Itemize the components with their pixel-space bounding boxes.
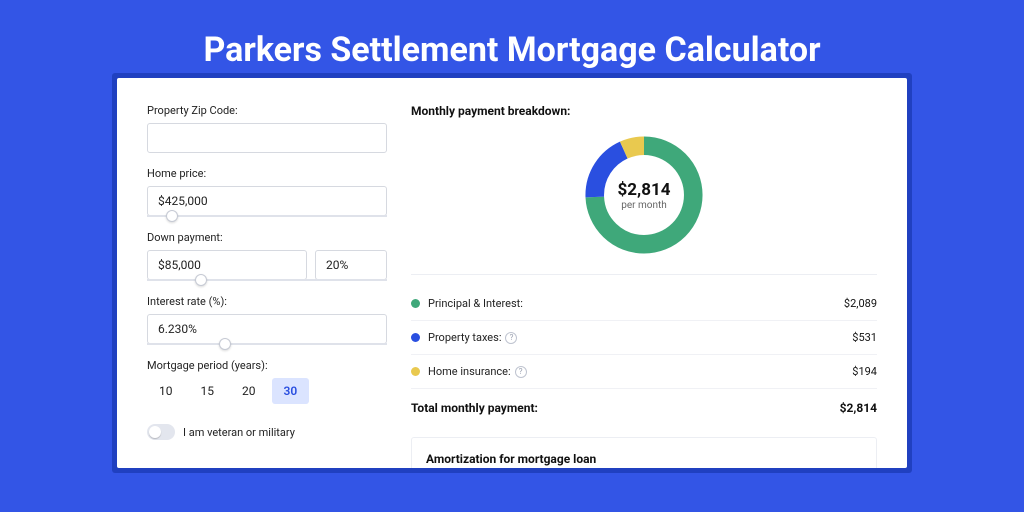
swatch-green-icon (411, 299, 420, 308)
donut-amount: $2,814 (618, 180, 671, 200)
period-option-30[interactable]: 30 (272, 378, 310, 404)
swatch-yellow-icon (411, 367, 420, 376)
page-title: Parkers Settlement Mortgage Calculator (0, 0, 1024, 78)
breakdown-donut-chart: $2,814 per month (579, 130, 709, 260)
period-option-20[interactable]: 20 (230, 378, 268, 404)
down-payment-slider-thumb[interactable] (195, 274, 207, 286)
info-icon[interactable]: ? (505, 332, 517, 344)
period-option-15[interactable]: 15 (189, 378, 227, 404)
home-price-label: Home price: (147, 167, 387, 180)
breakdown-value-insurance: $194 (852, 365, 877, 378)
veteran-toggle[interactable] (147, 424, 175, 440)
breakdown-column: Monthly payment breakdown: $2,814 per mo… (411, 104, 877, 468)
interest-rate-slider[interactable] (147, 343, 387, 345)
swatch-blue-icon (411, 333, 420, 342)
zip-label: Property Zip Code: (147, 104, 387, 117)
veteran-label: I am veteran or military (183, 426, 295, 439)
down-payment-pct-input[interactable] (315, 250, 387, 280)
info-icon[interactable]: ? (515, 366, 527, 378)
home-price-input[interactable] (147, 186, 387, 216)
breakdown-total-label: Total monthly payment: (411, 401, 538, 415)
down-payment-slider[interactable] (147, 279, 387, 281)
form-column: Property Zip Code: Home price: Down paym… (147, 104, 387, 468)
zip-input[interactable] (147, 123, 387, 153)
breakdown-label-principal: Principal & Interest: (428, 297, 523, 310)
down-payment-label: Down payment: (147, 231, 387, 244)
calculator-panel: Property Zip Code: Home price: Down paym… (117, 78, 907, 468)
donut-sublabel: per month (621, 200, 667, 211)
home-price-slider-thumb[interactable] (166, 210, 178, 222)
divider (411, 274, 877, 275)
amortization-card: Amortization for mortgage loan Amortizat… (411, 437, 877, 468)
amortization-title: Amortization for mortgage loan (426, 452, 862, 466)
veteran-toggle-knob (149, 426, 161, 438)
period-group: 10 15 20 30 (147, 378, 387, 404)
down-payment-input[interactable] (147, 250, 307, 280)
breakdown-row-taxes: Property taxes: ? $531 (411, 321, 877, 355)
home-price-slider[interactable] (147, 215, 387, 217)
interest-rate-slider-thumb[interactable] (219, 338, 231, 350)
breakdown-label-insurance: Home insurance: (428, 365, 511, 378)
breakdown-total-row: Total monthly payment: $2,814 (411, 389, 877, 433)
period-label: Mortgage period (years): (147, 359, 387, 372)
breakdown-row-principal: Principal & Interest: $2,089 (411, 287, 877, 321)
breakdown-row-insurance: Home insurance: ? $194 (411, 355, 877, 389)
breakdown-value-principal: $2,089 (844, 297, 877, 310)
breakdown-title: Monthly payment breakdown: (411, 104, 877, 118)
breakdown-label-taxes: Property taxes: (428, 331, 501, 344)
interest-rate-label: Interest rate (%): (147, 295, 387, 308)
breakdown-value-taxes: $531 (852, 331, 877, 344)
interest-rate-input[interactable] (147, 314, 387, 344)
breakdown-total-value: $2,814 (840, 401, 877, 415)
period-option-10[interactable]: 10 (147, 378, 185, 404)
